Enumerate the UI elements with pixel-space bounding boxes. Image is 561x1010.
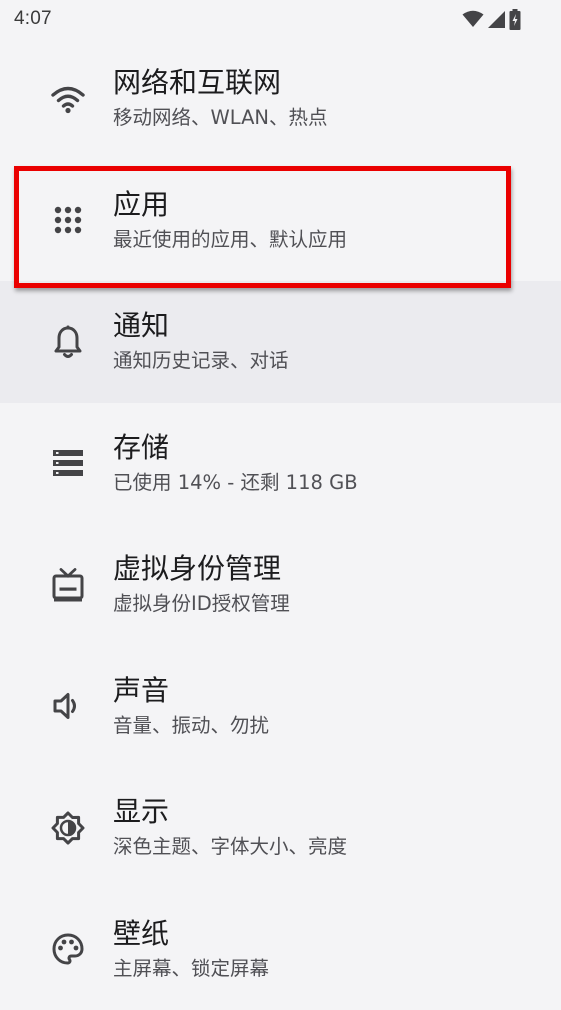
volume-icon — [50, 688, 86, 724]
setting-title: 虚拟身份管理 — [113, 552, 281, 586]
setting-title: 通知 — [113, 309, 169, 343]
cell-signal-icon — [487, 10, 506, 29]
setting-network-internet[interactable]: 网络和互联网 移动网络、WLAN、热点 — [0, 38, 561, 160]
setting-virtual-identity[interactable]: 虚拟身份管理 虚拟身份ID授权管理 — [0, 524, 561, 646]
setting-wallpaper[interactable]: 壁纸 主屏幕、锁定屏幕 — [0, 889, 561, 1010]
wifi-icon — [50, 81, 86, 117]
setting-notifications[interactable]: 通知 通知历史记录、对话 — [0, 281, 561, 403]
setting-subtitle: 主屏幕、锁定屏幕 — [113, 956, 269, 982]
palette-icon — [50, 931, 86, 967]
bell-icon — [50, 324, 86, 360]
setting-subtitle: 虚拟身份ID授权管理 — [113, 591, 290, 617]
setting-subtitle: 深色主题、字体大小、亮度 — [113, 834, 347, 860]
setting-title: 存储 — [113, 431, 169, 465]
setting-display[interactable]: 显示 深色主题、字体大小、亮度 — [0, 767, 561, 889]
settings-list: 网络和互联网 移动网络、WLAN、热点 应用 最近使用的应用、默认应用 — [0, 38, 561, 1010]
brightness-icon — [50, 810, 86, 846]
status-icons — [462, 8, 521, 30]
battery-charging-icon — [509, 9, 521, 30]
setting-sound[interactable]: 声音 音量、振动、勿扰 — [0, 646, 561, 768]
tv-icon — [50, 567, 86, 603]
status-time: 4:07 — [14, 8, 52, 30]
setting-subtitle: 已使用 14% - 还剩 118 GB — [113, 470, 358, 496]
setting-subtitle: 移动网络、WLAN、热点 — [113, 105, 328, 131]
setting-subtitle: 最近使用的应用、默认应用 — [113, 227, 347, 253]
apps-grid-icon — [50, 202, 86, 238]
setting-subtitle: 通知历史记录、对话 — [113, 348, 289, 374]
setting-storage[interactable]: 存储 已使用 14% - 还剩 118 GB — [0, 403, 561, 525]
setting-title: 网络和互联网 — [113, 66, 281, 100]
setting-apps[interactable]: 应用 最近使用的应用、默认应用 — [0, 160, 561, 282]
wifi-icon — [462, 10, 484, 28]
setting-title: 应用 — [113, 188, 169, 222]
status-bar: 4:07 — [0, 0, 561, 38]
setting-title: 声音 — [113, 674, 169, 708]
setting-subtitle: 音量、振动、勿扰 — [113, 713, 269, 739]
setting-title: 壁纸 — [113, 917, 169, 951]
storage-icon — [50, 445, 86, 481]
setting-title: 显示 — [113, 795, 169, 829]
